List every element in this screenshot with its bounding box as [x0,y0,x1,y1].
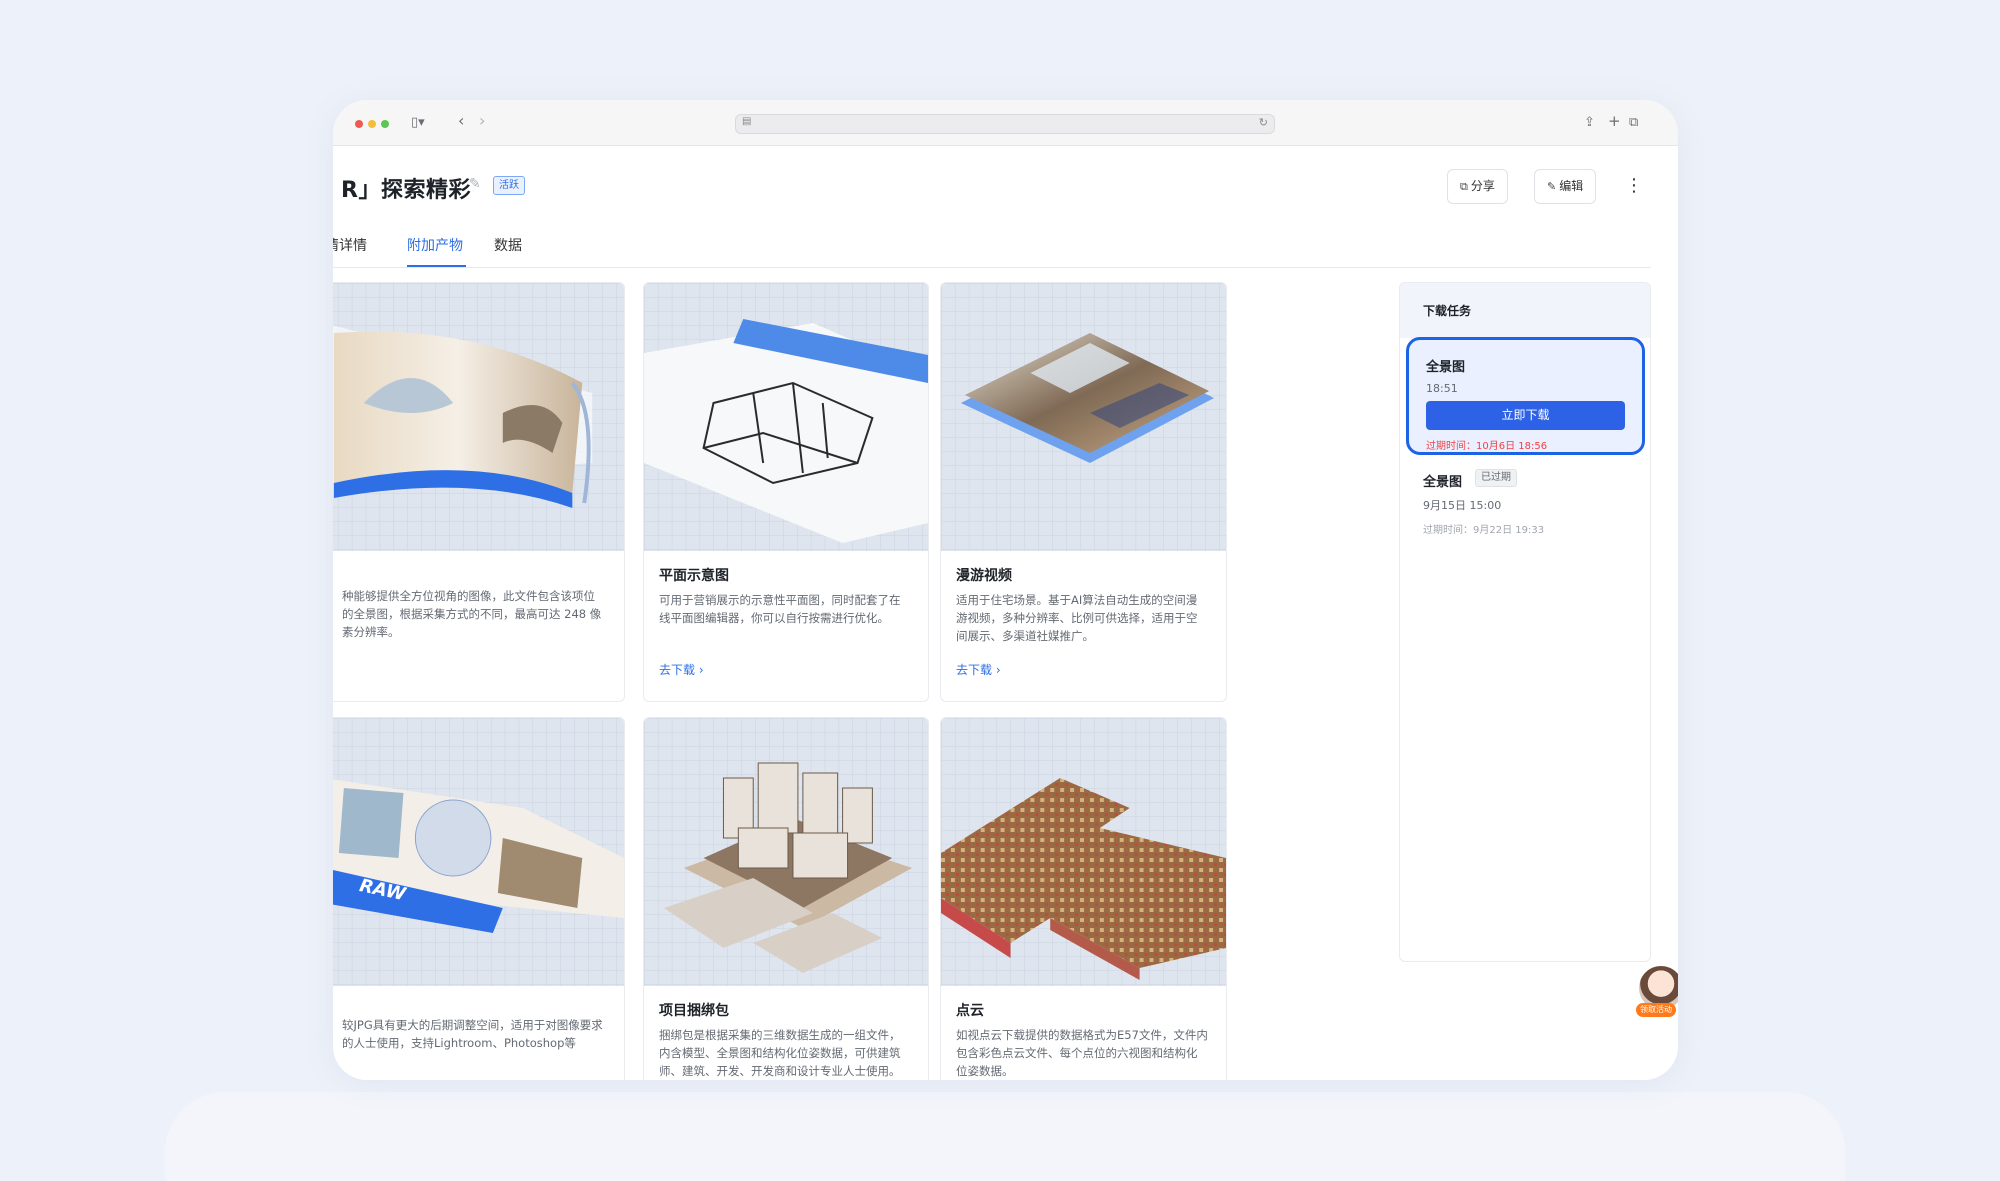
download-tasks-panel: 下载任务 全景图 18:51 立即下载 过期时间：10月6日 18:56 全景图… [1399,282,1651,962]
new-tab-icon[interactable]: + [1608,111,1621,131]
panorama-preview-image [333,283,624,551]
forward-icon[interactable]: › [479,111,485,131]
floor-plan-preview-image [644,283,928,551]
product-card-raw-photo[interactable]: RAW 较JPG具有更大的后期调整空间，适用于对图像要求的人士使用，支持Ligh… [333,717,625,1080]
active-tab-indicator [407,265,466,267]
card-title: 点云 [956,1003,984,1019]
download-task-expire-time: 过期时间：9月22日 19:33 [1423,525,1545,536]
card-description: 较JPG具有更大的后期调整空间，适用于对图像要求的人士使用，支持Lightroo… [342,1018,603,1050]
tab-data[interactable]: 数据 [494,236,522,256]
close-window-button[interactable] [355,120,363,128]
sidebar-toggle-icon[interactable]: ▯▾ [411,113,425,133]
go-download-link[interactable]: 去下载 › [659,661,704,678]
share-page-icon[interactable]: ⇪ [1584,113,1595,133]
pencil-icon: ✎ [1547,180,1557,193]
address-bar[interactable]: ▤ ↻ [735,114,1275,134]
product-card-floor-plan[interactable]: 平面示意图 可用于营销展示的示意性平面图，同时配套了在线平面图编辑器，你可以自行… [643,282,929,702]
assistant-tag[interactable]: 领取活动 [1636,1003,1676,1017]
edit-title-icon[interactable]: ✎ [469,176,481,192]
product-card-project-bundle[interactable]: 项目捆绑包 捆绑包是根据采集的三维数据生成的一组文件，内含模型、全景图和结构化位… [643,717,929,1080]
download-panel-title: 下载任务 [1423,304,1472,318]
card-description: 可用于营销展示的示意性平面图，同时配套了在线平面图编辑器，你可以自行按需进行优化… [659,593,901,625]
card-description: 如视点云下载提供的数据格式为E57文件，文件内包含彩色点云文件、每个点位的六视图… [956,1028,1208,1078]
card-title: 平面示意图 [659,568,729,584]
page-title: R」探索精彩 [341,178,471,203]
external-link-icon: ⧉ [1460,180,1468,193]
download-now-button[interactable]: 立即下载 [1426,401,1625,430]
card-description: 种能够提供全方位视角的图像，此文件包含该项位的全景图，根据采集方式的不同，最高可… [342,589,602,639]
card-description: 捆绑包是根据采集的三维数据生成的一组文件，内含模型、全景图和结构化位姿数据，可供… [659,1028,901,1078]
tab-details[interactable]: 情详情 [333,236,367,256]
card-title: 项目捆绑包 [659,1003,729,1019]
card-title: 漫游视频 [956,568,1012,584]
share-button[interactable]: ⧉ 分享 [1447,169,1508,204]
download-task-time: 9月15日 15:00 [1423,499,1502,512]
tab-overview-icon[interactable]: ⧉ [1629,113,1638,133]
edit-button-label: 编辑 [1559,179,1584,193]
download-panel-header: 下载任务 [1400,283,1650,338]
download-task-expire-time: 过期时间：10月6日 18:56 [1426,441,1548,452]
download-task-name: 全景图 [1426,360,1466,375]
browser-toolbar: ▯▾ ‹ › ▤ ↻ ⇪ + ⧉ [333,100,1678,146]
reload-icon[interactable]: ↻ [1259,116,1268,129]
product-card-point-cloud[interactable]: 点云 如视点云下载提供的数据格式为E57文件，文件内包含彩色点云文件、每个点位的… [940,717,1227,1080]
download-task-name: 全景图 [1423,475,1463,490]
walkthrough-video-preview-image [941,283,1226,551]
edit-button[interactable]: ✎ 编辑 [1534,169,1597,204]
page-info-icon: ▤ [742,116,752,127]
browser-window: ▯▾ ‹ › ▤ ↻ ⇪ + ⧉ R」探索精彩 ✎ 活跃 ⧉分享 ✎编辑 ⋮ 情… [333,100,1678,1080]
more-options-icon[interactable]: ⋮ [1625,173,1643,199]
point-cloud-preview-image [941,718,1226,986]
go-download-link[interactable]: 去下载 › [956,661,1001,678]
minimize-window-button[interactable] [368,120,376,128]
raw-photo-preview-image: RAW [333,718,624,986]
download-task-time: 18:51 [1426,382,1458,395]
device-base [165,1092,1845,1181]
product-card-walkthrough-video[interactable]: 漫游视频 适用于住宅场景。基于AI算法自动生成的空间漫游视频，多种分辨率、比例可… [940,282,1227,702]
project-bundle-preview-image [644,718,928,986]
back-icon[interactable]: ‹ [458,111,464,131]
tab-bar: 情详情 附加产物 数据 [333,234,1651,268]
maximize-window-button[interactable] [381,120,389,128]
status-badge: 活跃 [493,176,525,195]
share-button-label: 分享 [1470,179,1495,193]
download-task-item-active[interactable]: 全景图 18:51 立即下载 过期时间：10月6日 18:56 [1406,337,1645,455]
card-description: 适用于住宅场景。基于AI算法自动生成的空间漫游视频，多种分辨率、比例可供选择，适… [956,593,1198,643]
tab-additional-products[interactable]: 附加产物 [407,236,463,256]
expired-badge: 已过期 [1475,469,1517,487]
product-card-panorama[interactable]: 种能够提供全方位视角的图像，此文件包含该项位的全景图，根据采集方式的不同，最高可… [333,282,625,702]
